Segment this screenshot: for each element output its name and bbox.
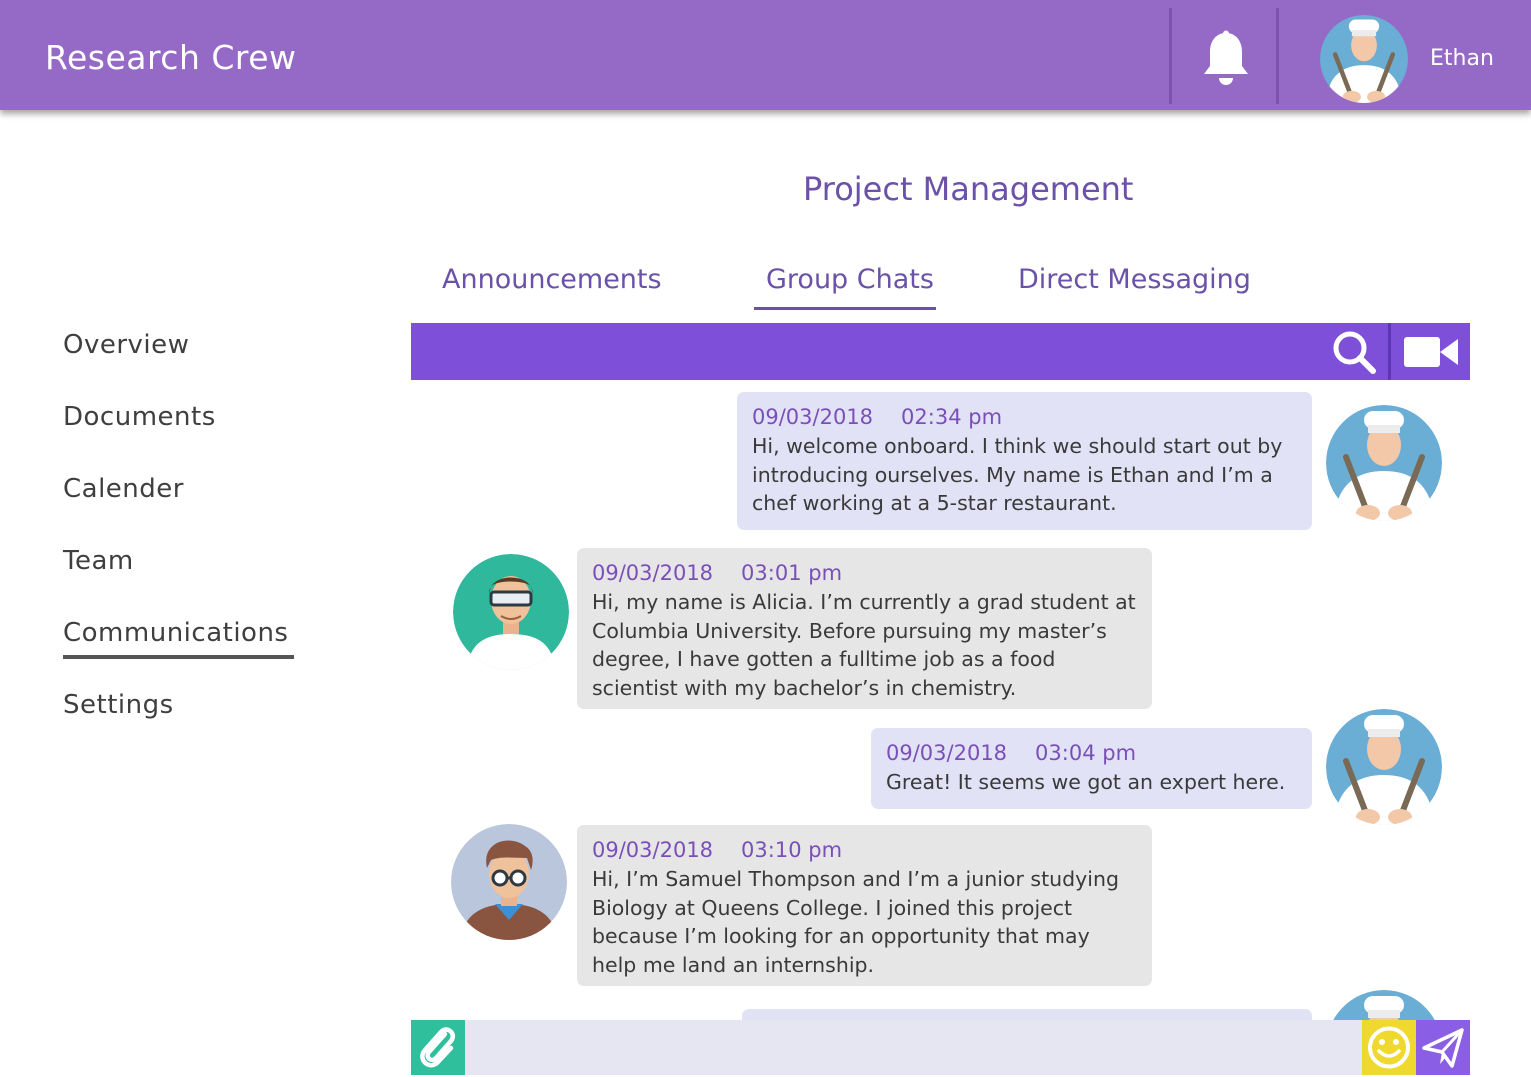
search-icon[interactable]: [1331, 329, 1377, 375]
chat-message: 09/03/2018 03:10 pm Hi, I’m Samuel Thomps…: [577, 825, 1152, 986]
avatar-ethan[interactable]: [1326, 405, 1442, 521]
app-title: Research Crew: [45, 38, 297, 77]
message-date: 09/03/2018: [592, 838, 714, 862]
video-camera-icon[interactable]: [1404, 335, 1458, 369]
message-text: Hi, I’m Samuel Thompson and I’m a junior…: [592, 867, 1119, 977]
avatar-ethan[interactable]: [1326, 990, 1442, 1020]
message-date: 09/03/2018: [886, 741, 1008, 765]
active-sidebar-indicator: [63, 655, 294, 659]
message-meta: 09/03/2018 03:04 pm: [886, 738, 1297, 768]
attach-button[interactable]: [411, 1020, 465, 1075]
message-meta: 09/03/2018 02:34 pm: [752, 402, 1297, 432]
message-text: Great! It seems we got an expert here.: [886, 770, 1286, 794]
message-time: 03:10 pm: [741, 838, 843, 862]
message-text: Hi, welcome onboard. I think we should s…: [752, 434, 1283, 515]
sidebar-item-communications[interactable]: Communications: [63, 618, 288, 648]
sidebar-item-documents[interactable]: Documents: [63, 402, 216, 432]
message-text: Hi, my name is Alicia. I’m currently a g…: [592, 590, 1136, 700]
sidebar-item-team[interactable]: Team: [63, 546, 134, 576]
message-meta: 09/03/2018 03:01 pm: [592, 558, 1137, 588]
toolbar-divider: [1388, 323, 1391, 380]
user-avatar[interactable]: [1320, 15, 1408, 103]
bell-icon[interactable]: [1200, 30, 1252, 88]
sidebar-item-settings[interactable]: Settings: [63, 690, 174, 720]
chat-message: 09/03/2018 02:34 pm Hi, welcome onboard. …: [737, 392, 1312, 530]
chat-toolbar: [411, 323, 1470, 380]
message-time: 02:34 pm: [901, 405, 1003, 429]
sidebar-item-overview[interactable]: Overview: [63, 330, 189, 360]
tab-direct-messaging[interactable]: Direct Messaging: [1018, 264, 1251, 295]
avatar-ethan[interactable]: [1326, 709, 1442, 825]
send-button[interactable]: [1416, 1020, 1470, 1075]
chat-message: 09/03/2018 03:04 pm Great! It seems we go…: [871, 728, 1312, 809]
message-input[interactable]: [467, 1020, 1360, 1075]
paperclip-icon: [420, 1027, 456, 1068]
header-divider: [1276, 8, 1279, 104]
page-title: Project Management: [803, 170, 1134, 208]
user-name[interactable]: Ethan: [1430, 46, 1494, 71]
paper-plane-icon: [1422, 1028, 1464, 1068]
avatar-samuel[interactable]: [451, 824, 567, 940]
smiley-icon: [1368, 1026, 1410, 1069]
message-date: 09/03/2018: [752, 405, 874, 429]
message-meta: 09/03/2018 03:10 pm: [592, 835, 1137, 865]
message-time: 03:04 pm: [1035, 741, 1137, 765]
emoji-button[interactable]: [1362, 1020, 1416, 1075]
header-divider: [1169, 8, 1172, 104]
message-composer: [411, 1020, 1470, 1075]
tab-group-chats[interactable]: Group Chats: [766, 264, 934, 295]
avatar-alicia[interactable]: [453, 554, 569, 670]
active-tab-indicator: [754, 307, 936, 310]
sidebar-item-calender[interactable]: Calender: [63, 474, 184, 504]
chat-message: 09/03/2018 03:01 pm Hi, my name is Alicia…: [577, 548, 1152, 709]
message-date: 09/03/2018: [592, 561, 714, 585]
message-time: 03:01 pm: [741, 561, 843, 585]
tab-announcements[interactable]: Announcements: [442, 264, 662, 295]
top-header: Research Crew Ethan: [0, 0, 1531, 110]
